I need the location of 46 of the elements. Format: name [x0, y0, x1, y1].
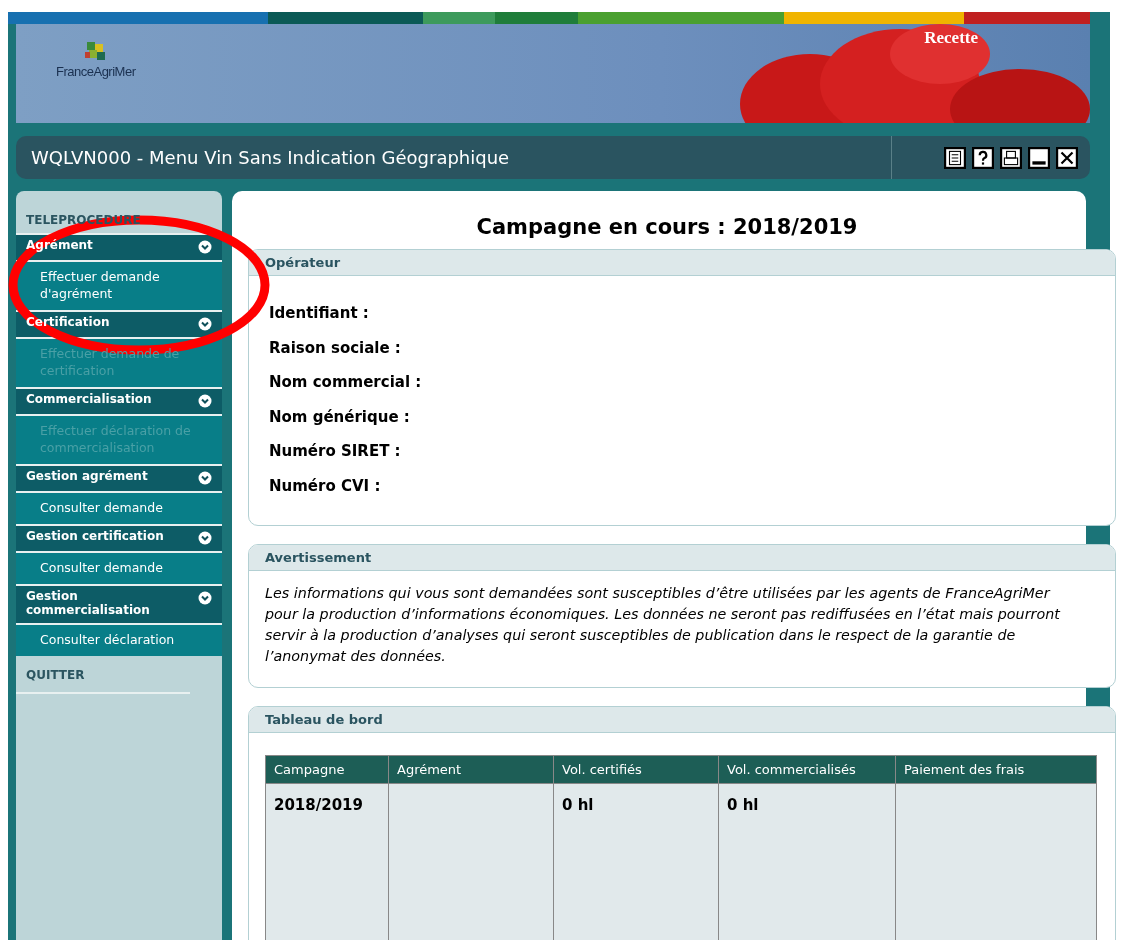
menu-item[interactable]: Effectuer demande d'agrément [16, 262, 222, 310]
column-header: Paiement des frais [895, 755, 1097, 784]
field-label: Numéro CVI : [269, 476, 382, 497]
menu-group-label: Gestion certification [26, 529, 164, 543]
chevron-down-icon[interactable] [198, 531, 212, 545]
panel-title: Tableau de bord [249, 707, 1115, 733]
menu-item[interactable]: Consulter demande [16, 553, 222, 584]
column-header: Agrément [388, 755, 554, 784]
chevron-down-icon[interactable] [198, 317, 212, 331]
environment-label: Recette [924, 28, 978, 48]
page-title: WQLVN000 - Menu Vin Sans Indication Géographique [30, 147, 510, 168]
menu-item[interactable]: Consulter déclaration [16, 625, 222, 656]
field-label: Numéro SIRET : [269, 442, 402, 462]
warning-text: Les informations qui vous sont demandées sont susceptibles d’être utilisées par les agents de FranceAgriMer pour la production d’informations économiques. Les données ne seront pas rediffusées en l’état mais pourront servir à la production d’analyses qui seront susceptibles de publication dans le respect de la garantie de l’anonymat des données. [264, 584, 1062, 666]
menu-group-header[interactable]: Gestion certification [16, 524, 222, 553]
minimize-icon[interactable] [1028, 146, 1050, 169]
printer-icon[interactable] [1000, 146, 1022, 169]
close-icon[interactable] [1056, 146, 1078, 169]
field-label: Identifiant : [269, 304, 370, 324]
menu-group-label: Gestion commercialisation [26, 589, 151, 617]
menu-item[interactable]: Consulter demande [16, 493, 222, 524]
help-icon[interactable] [972, 146, 994, 169]
chevron-down-icon[interactable] [198, 471, 212, 485]
table-cell: 0 hl [553, 783, 719, 940]
table-cell: 0 hl [718, 783, 896, 940]
menu-group-header[interactable]: Commercialisation [16, 387, 222, 416]
field-label: Nom commercial : [269, 373, 423, 393]
menu-group-label: Commercialisation [26, 392, 152, 406]
menu-group-header[interactable]: Gestion agrément [16, 464, 222, 493]
column-header: Vol. certifiés [553, 755, 719, 784]
menu-group-label: Gestion agrément [26, 469, 148, 483]
chevron-down-icon[interactable] [198, 240, 212, 254]
panel-title: Avertissement [249, 545, 1115, 571]
column-header: Vol. commercialisés [718, 755, 896, 784]
campaign-heading: Campagne en cours : 2018/2019 [475, 215, 859, 239]
chevron-down-icon[interactable] [198, 394, 212, 408]
menu-group-header[interactable]: Gestion commercialisation [16, 584, 222, 625]
field-label: Nom générique : [269, 407, 411, 428]
table-cell: 2018/2019 [265, 783, 389, 940]
form-icon[interactable] [944, 146, 966, 169]
logo-text: FranceAgriMer [56, 64, 136, 79]
column-header: Campagne [265, 755, 389, 784]
quit-link[interactable]: QUITTER [16, 660, 190, 694]
panel-title: Opérateur [249, 250, 1115, 276]
chevron-down-icon[interactable] [198, 591, 212, 605]
field-label: Raison sociale : [269, 338, 402, 359]
